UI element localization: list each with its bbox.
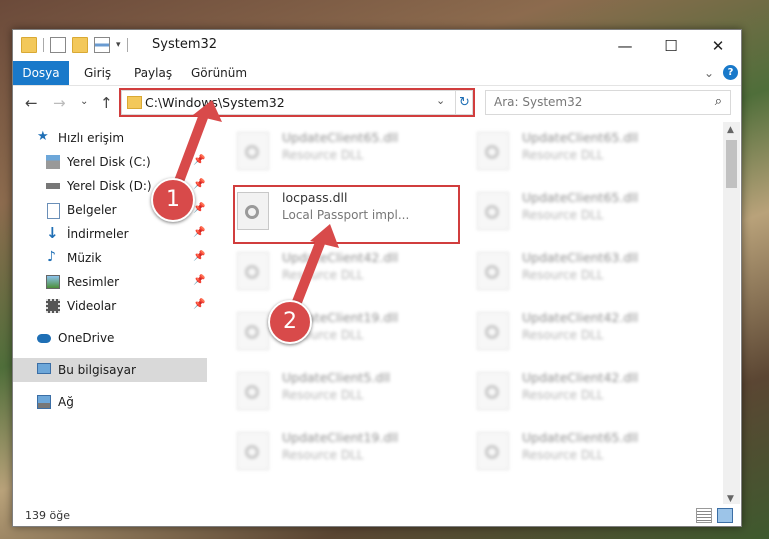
annotation-arrows bbox=[167, 100, 339, 325]
step-1-badge: 1 bbox=[151, 178, 195, 222]
step-2-badge: 2 bbox=[268, 300, 312, 344]
